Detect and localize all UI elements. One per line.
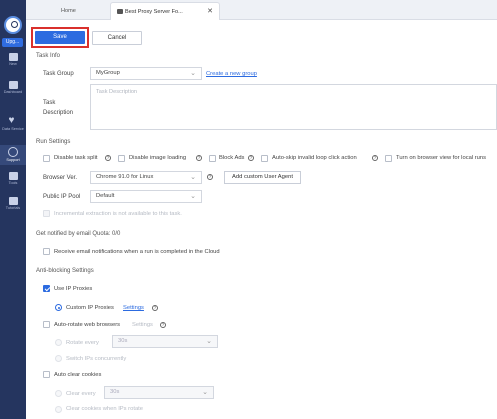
use-ip-proxies-checkbox[interactable] (43, 285, 50, 292)
help-icon[interactable]: ? (105, 155, 111, 161)
proxy-settings-link[interactable]: Settings (123, 305, 144, 311)
clear-when-rotate-radio (55, 406, 62, 413)
block-ads-checkbox[interactable] (209, 155, 216, 162)
chevron-down-icon: ⌄ (202, 389, 208, 396)
auto-rotate-checkbox[interactable] (43, 321, 50, 328)
rotate-every-select: 30s ⌄ (112, 335, 218, 348)
help-icon[interactable]: ? (248, 155, 254, 161)
clear-every-select: 30s ⌄ (104, 386, 214, 399)
sidebar-item-dashboard[interactable]: Dashboard (0, 81, 26, 94)
heart-icon (9, 115, 18, 126)
save-highlight: Save (31, 27, 89, 48)
cancel-button[interactable]: Cancel (92, 31, 142, 45)
task-icon (117, 9, 123, 15)
clear-every-label: Clear every (66, 391, 96, 397)
auto-clear-cookies-checkbox[interactable] (43, 371, 50, 378)
sidebar-item-tools[interactable]: Tools (0, 172, 26, 185)
disable-image-loading-checkbox[interactable] (118, 155, 125, 162)
browser-version-select[interactable]: Chrome 91.0 for Linux ⌄ (90, 171, 202, 184)
tab-task[interactable]: Best Proxy Server Fo... ✕ (110, 2, 220, 20)
disable-image-loading-label: Disable image loading (129, 155, 187, 161)
auto-rotate-label: Auto-rotate web browsers (54, 322, 121, 328)
sidebar: Upg... New Dashboard Data Service Suppor… (0, 0, 26, 419)
incremental-checkbox (43, 210, 50, 217)
headset-icon (8, 147, 18, 157)
auto-skip-label: Auto-skip invalid loop click action (272, 155, 357, 161)
chevron-down-icon: ⌄ (206, 338, 212, 345)
avatar[interactable] (4, 16, 22, 34)
use-ip-proxies-label: Use IP Proxies (54, 286, 93, 292)
browser-view-label: Turn on browser view for local runs (396, 155, 486, 161)
incremental-label: Incremental extraction is not available … (54, 211, 182, 217)
task-description-label: Task Description (43, 100, 74, 116)
block-ads-label: Block Ads (219, 155, 245, 161)
chevron-down-icon: ⌄ (190, 193, 196, 200)
help-icon[interactable]: ? (372, 155, 378, 161)
tab-home[interactable]: Home (61, 2, 76, 20)
email-notify-label: Receive email notifications when a run i… (54, 249, 220, 255)
task-group-label: Task Group (43, 71, 74, 77)
help-icon[interactable]: ? (207, 174, 213, 180)
sidebar-item-new[interactable]: New (0, 53, 26, 66)
help-icon[interactable]: ? (160, 322, 166, 328)
switch-ips-label: Switch IPs concurrently (66, 356, 127, 362)
sidebar-item-support[interactable]: Support (0, 145, 26, 165)
browser-view-checkbox[interactable] (385, 155, 392, 162)
disable-task-split-label: Disable task split (54, 155, 98, 161)
save-button[interactable]: Save (35, 31, 85, 44)
close-icon[interactable]: ✕ (207, 3, 213, 21)
upgrade-button[interactable]: Upg... (2, 38, 23, 47)
section-run-settings: Run Settings (36, 139, 71, 145)
auto-clear-cookies-label: Auto clear cookies (54, 372, 102, 378)
ip-pool-label: Public IP Pool (43, 194, 81, 200)
plus-box-icon (8, 53, 18, 61)
clear-every-radio (55, 390, 62, 397)
task-group-select[interactable]: MyGroup ⌄ (90, 67, 202, 80)
help-icon[interactable]: ? (196, 155, 202, 161)
section-anti-blocking: Anti-blocking Settings (36, 268, 94, 274)
sidebar-item-tutorials[interactable]: Tutorials (0, 197, 26, 210)
browser-version-label: Browser Ver. (43, 175, 78, 181)
custom-ip-radio[interactable] (55, 304, 62, 311)
graduation-cap-icon (8, 197, 18, 205)
toolbox-icon (8, 172, 18, 180)
section-notify: Get notified by email Quota: 0/0 (36, 231, 121, 237)
create-group-link[interactable]: Create a new group (206, 71, 257, 77)
dashboard-icon (8, 81, 18, 89)
rotate-every-label: Rotate every (66, 340, 99, 346)
auto-rotate-settings-link: Settings (132, 322, 153, 328)
ip-pool-select[interactable]: Default ⌄ (90, 190, 202, 203)
custom-ip-label: Custom IP Proxies (66, 305, 114, 311)
disable-task-split-checkbox[interactable] (43, 155, 50, 162)
chevron-down-icon: ⌄ (190, 70, 196, 77)
section-task-info: Task Info (36, 53, 61, 59)
email-notify-checkbox[interactable] (43, 248, 50, 255)
rotate-every-radio (55, 339, 62, 346)
clear-when-rotate-label: Clear cookies when IPs rotate (66, 406, 144, 412)
sidebar-item-data-service[interactable]: Data Service (0, 115, 26, 131)
tab-bar: Home Best Proxy Server Fo... ✕ (26, 0, 497, 20)
help-icon[interactable]: ? (152, 305, 158, 311)
add-user-agent-button[interactable]: Add custom User Agent (224, 171, 301, 184)
switch-ips-radio (55, 355, 62, 362)
task-description-field[interactable]: Task Description (90, 84, 497, 130)
auto-skip-checkbox[interactable] (261, 155, 268, 162)
chevron-down-icon: ⌄ (190, 174, 196, 181)
